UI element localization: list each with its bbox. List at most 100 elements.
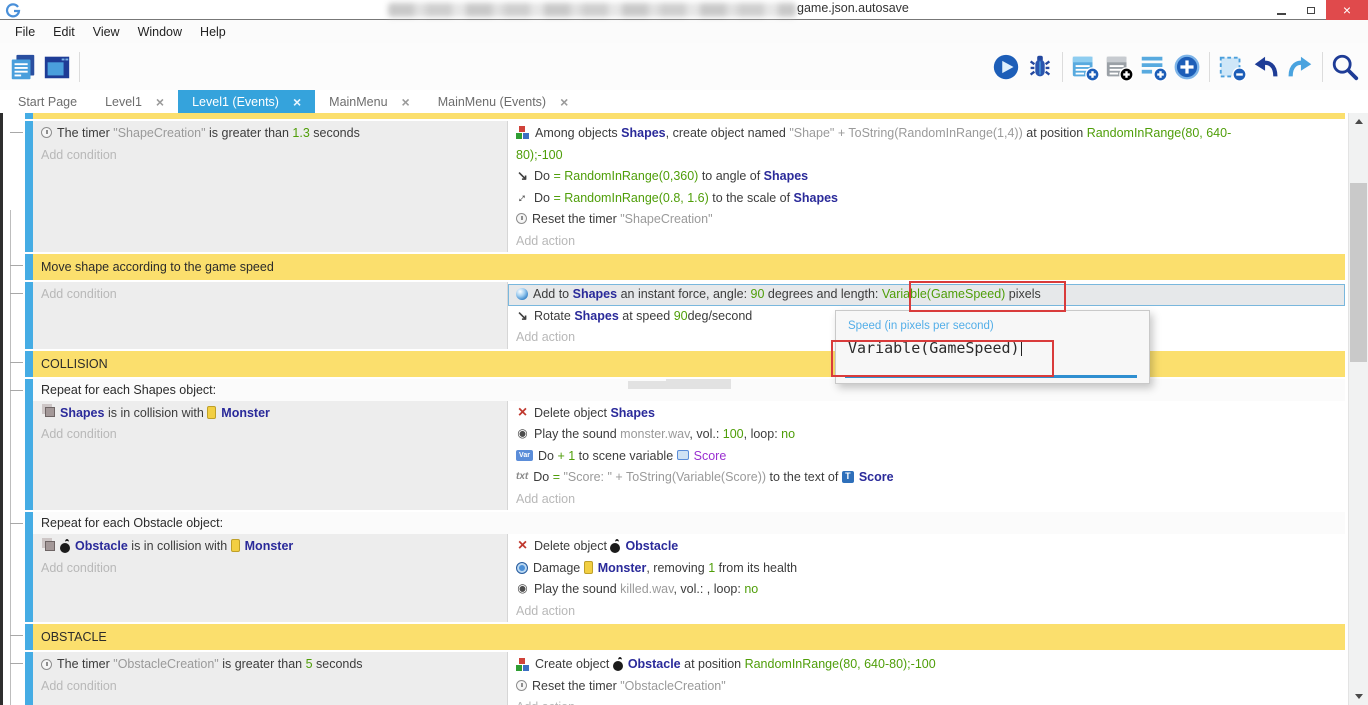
undo-button[interactable] [1249, 50, 1283, 84]
events-sheet: The timer "ShapeCreation" is greater tha… [0, 113, 1368, 705]
toolbar-separator [79, 52, 80, 82]
text-segment: seconds [313, 657, 363, 671]
action-line[interactable]: ↘Do = RandomInRange(0,360) to angle of S… [508, 166, 1345, 188]
close-tab-icon[interactable] [156, 94, 164, 110]
tab-mainmenu-events[interactable]: MainMenu (Events) [424, 90, 583, 113]
delete-icon: × [516, 535, 529, 557]
action-line[interactable]: ×Delete object Shapes [508, 403, 1345, 425]
tab-mainmenu[interactable]: MainMenu [315, 90, 424, 113]
text-segment: to scene variable [575, 449, 676, 463]
comment-row-body[interactable]: OBSTACLE [33, 624, 1345, 650]
tab-label: MainMenu [329, 95, 387, 109]
action-line[interactable]: VarDo + 1 to scene variable Score [508, 446, 1345, 468]
condition-line[interactable]: Shapes is in collision with Monster [33, 403, 507, 425]
add-action-placeholder[interactable]: Add action [508, 697, 1345, 705]
add-circle-icon [1172, 52, 1202, 82]
text-segment: from its health [715, 561, 797, 575]
action-line[interactable]: txtDo = "Score: " + ToString(Variable(Sc… [508, 467, 1345, 489]
menu-window[interactable]: Window [129, 25, 191, 39]
condition-line[interactable]: Obstacle is in collision with Monster [33, 536, 507, 558]
scroll-down-arrow[interactable] [1349, 688, 1368, 705]
menu-view[interactable]: View [84, 25, 129, 39]
scroll-up-arrow[interactable] [1349, 113, 1368, 130]
menu-file[interactable]: File [6, 25, 44, 39]
scroll-thumb[interactable] [1350, 183, 1367, 362]
play-button[interactable] [989, 50, 1023, 84]
close-tab-icon[interactable] [293, 94, 301, 110]
add-condition-placeholder[interactable]: Add condition [33, 145, 507, 167]
condition-line[interactable]: The timer "ObstacleCreation" is greater … [33, 654, 507, 676]
remove-event-icon [1217, 52, 1247, 82]
add-action-placeholder[interactable]: Add action [508, 601, 1345, 623]
action-line[interactable]: Damage Monster, removing 1 from its heal… [508, 558, 1345, 580]
event-selector-bar[interactable] [25, 113, 33, 119]
undo-arrow-icon [1251, 52, 1281, 82]
condition-line[interactable]: The timer "ShapeCreation" is greater tha… [33, 123, 507, 145]
add-condition-placeholder[interactable]: Add condition [33, 424, 507, 446]
action-line[interactable]: ↕Do = RandomInRange(0.8, 1.6) to the sca… [508, 188, 1345, 210]
action-line[interactable]: Reset the timer "ObstacleCreation" [508, 676, 1345, 698]
add-subevent-button[interactable] [1102, 50, 1136, 84]
add-condition-placeholder[interactable]: Add condition [33, 558, 507, 580]
ui-fragment [666, 379, 731, 389]
remove-event-button[interactable] [1215, 50, 1249, 84]
timer-icon [41, 659, 52, 670]
text-segment: no [781, 427, 795, 441]
restore-button[interactable] [1296, 0, 1326, 20]
text-segment: is greater than [206, 126, 293, 140]
ui-fragment [628, 381, 666, 389]
angle-icon: ↘ [516, 305, 529, 327]
add-action-placeholder[interactable]: Add action [508, 489, 1345, 511]
close-button[interactable] [1326, 0, 1368, 20]
project-manager-button[interactable] [6, 50, 40, 84]
close-tab-icon[interactable] [560, 94, 568, 110]
tab-level1[interactable]: Level1 [91, 90, 178, 113]
event-selector-bar[interactable] [25, 351, 33, 377]
comment-row-body[interactable]: Move shape according to the game speed [33, 254, 1345, 280]
tab-start-page[interactable]: Start Page [4, 90, 91, 113]
event-selector-bar[interactable] [25, 379, 33, 511]
text-segment: Reset the timer [532, 212, 620, 226]
text-segment: at speed [619, 309, 674, 323]
event-selector-bar[interactable] [25, 121, 33, 252]
scene-editor-button[interactable] [40, 50, 74, 84]
gdevelop-window: game.json.autosave File Edit View Window… [0, 0, 1368, 705]
minimize-button[interactable] [1266, 0, 1296, 20]
debug-button[interactable] [1023, 50, 1057, 84]
event-selector-bar[interactable] [25, 254, 33, 280]
menu-help[interactable]: Help [191, 25, 235, 39]
text-segment: The timer [57, 657, 113, 671]
add-action-placeholder[interactable]: Add action [508, 231, 1345, 253]
event-selector-bar[interactable] [25, 652, 33, 705]
action-line[interactable]: ◉Play the sound monster.wav, vol.: 100, … [508, 424, 1345, 446]
menu-edit[interactable]: Edit [44, 25, 84, 39]
action-line[interactable]: Create object Obstacle at position Rando… [508, 654, 1345, 676]
search-button[interactable] [1328, 50, 1362, 84]
event-selector-bar[interactable] [25, 512, 33, 622]
text-segment: The timer [57, 126, 113, 140]
add-new-button[interactable] [1170, 50, 1204, 84]
action-line[interactable]: ×Delete object Obstacle [508, 536, 1345, 558]
text-segment: killed.wav [620, 582, 673, 596]
action-line[interactable]: ◉Play the sound killed.wav, vol.: , loop… [508, 579, 1345, 601]
add-comment-button[interactable] [1136, 50, 1170, 84]
add-condition-placeholder[interactable]: Add condition [33, 284, 507, 306]
event-gutter [3, 282, 25, 349]
tab-level1-events[interactable]: Level1 (Events) [178, 90, 315, 113]
add-event-button[interactable] [1068, 50, 1102, 84]
event-selector-bar[interactable] [25, 624, 33, 650]
vertical-scrollbar[interactable] [1348, 113, 1368, 705]
window-controls [1266, 0, 1368, 20]
foreach-header[interactable]: Repeat for each Obstacle object: [33, 512, 1345, 534]
monster-icon [584, 561, 593, 574]
close-tab-icon[interactable] [402, 94, 410, 110]
text-segment: Delete object [534, 539, 610, 553]
text-segment: no [744, 582, 758, 596]
text-segment: to angle of [698, 169, 763, 183]
redo-button[interactable] [1283, 50, 1317, 84]
action-line[interactable]: Among objects Shapes, create object name… [508, 123, 1345, 166]
event-selector-bar[interactable] [25, 282, 33, 349]
tab-label: Level1 [105, 95, 142, 109]
action-line[interactable]: Reset the timer "ShapeCreation" [508, 209, 1345, 231]
add-condition-placeholder[interactable]: Add condition [33, 676, 507, 698]
